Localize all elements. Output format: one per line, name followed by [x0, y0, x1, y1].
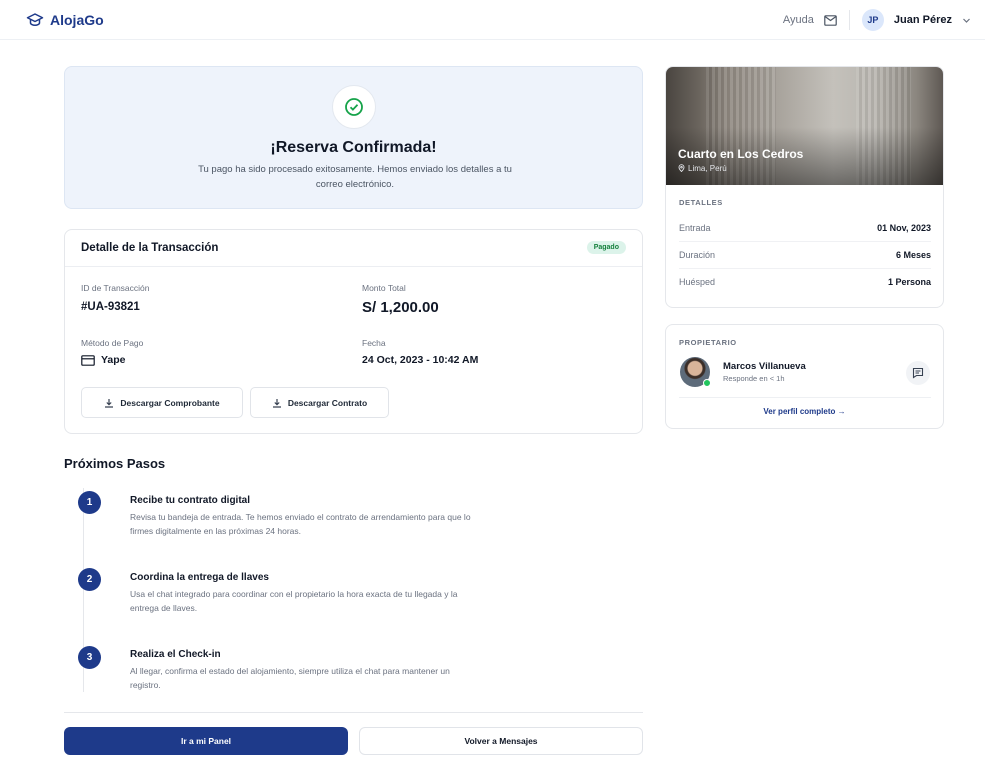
total-amount-value: S/ 1,200.00: [362, 299, 439, 316]
step-description-2: Usa el chat integrado para coordinar con…: [130, 589, 458, 613]
detail-value: 6 Meses: [895, 250, 931, 260]
step-title-1: Recibe tu contrato digital: [130, 495, 251, 506]
confirmation-message: Tu pago ha sido procesado exitosamente. …: [198, 164, 512, 190]
property-card: Cuarto en Los Cedros Lima, Perú DETALLES…: [665, 66, 944, 308]
confirmation-title: ¡Reserva Confirmada!: [270, 139, 437, 156]
detail-row-duracion: Duración 6 Meses: [679, 242, 931, 269]
owner-response-time: Responde en < 1h: [723, 374, 785, 383]
step-description-3: Al llegar, confirma el estado del alojam…: [130, 666, 450, 690]
go-to-panel-button[interactable]: Ir a mi Panel: [64, 727, 348, 755]
step-number-2: 2: [78, 568, 101, 591]
back-to-messages-button[interactable]: Volver a Mensajes: [359, 727, 643, 755]
step-number-1: 1: [78, 491, 101, 514]
brand-name: AlojaGo: [50, 12, 104, 28]
chevron-down-icon[interactable]: [962, 16, 971, 25]
online-status-indicator: [703, 379, 711, 387]
transaction-detail-card: Detalle de la Transacción Pagado ID de T…: [64, 229, 643, 434]
help-link[interactable]: Ayuda: [783, 14, 814, 26]
map-pin-icon: [678, 164, 685, 173]
step-number-3: 3: [78, 646, 101, 669]
property-location: Lima, Perú: [678, 164, 727, 173]
property-photo: Cuarto en Los Cedros Lima, Perú: [666, 67, 943, 185]
success-badge: [332, 85, 376, 129]
detail-key: Duración: [679, 250, 716, 260]
detail-value: 1 Persona: [887, 277, 931, 287]
download-icon: [272, 398, 281, 408]
user-name[interactable]: Juan Pérez: [894, 14, 952, 26]
divider: [679, 397, 931, 398]
download-contract-button[interactable]: Descargar Contrato: [250, 387, 389, 418]
details-section-label: DETALLES: [679, 198, 723, 207]
detail-key: Huésped: [679, 277, 716, 287]
download-icon: [105, 398, 114, 408]
chat-button[interactable]: [906, 361, 930, 385]
credit-card-icon: [81, 354, 95, 366]
detail-row-huesped: Huésped 1 Persona: [679, 269, 931, 296]
payment-method-text: Yape: [101, 354, 126, 366]
transaction-id-label: ID de Transacción: [81, 283, 150, 293]
user-avatar[interactable]: JP: [861, 9, 884, 31]
property-location-text: Lima, Perú: [688, 164, 727, 173]
owner-name: Marcos Villanueva: [723, 361, 806, 372]
next-steps-title: Próximos Pasos: [64, 456, 166, 471]
detail-row-entrada: Entrada 01 Nov, 2023: [679, 215, 931, 242]
divider: [848, 10, 850, 30]
top-navigation-bar: AlojaGo Ayuda JP Juan Pérez: [0, 0, 985, 40]
step-description-1: Revisa tu bandeja de entrada. Te hemos e…: [130, 512, 471, 536]
date-value: 24 Oct, 2023 - 10:42 AM: [362, 354, 479, 366]
graduation-cap-icon: [26, 13, 44, 26]
transaction-title: Detalle de la Transacción: [81, 242, 219, 254]
view-profile-link[interactable]: Ver perfil completo →: [666, 407, 943, 416]
download-receipt-label: Descargar Comprobante: [120, 397, 220, 408]
owner-card: PROPIETARIO Marcos Villanueva Responde e…: [665, 324, 944, 429]
mail-icon[interactable]: [824, 14, 837, 26]
payment-method-label: Método de Pago: [81, 338, 144, 348]
step-title-3: Realiza el Check-in: [130, 649, 221, 660]
brand-logo[interactable]: AlojaGo: [26, 11, 104, 29]
status-badge: Pagado: [586, 241, 626, 254]
detail-value: 01 Nov, 2023: [877, 223, 931, 233]
download-contract-label: Descargar Contrato: [287, 397, 368, 408]
transaction-header: Detalle de la Transacción Pagado: [65, 230, 642, 267]
chat-icon: [912, 367, 924, 379]
date-label: Fecha: [362, 338, 386, 348]
total-amount-label: Monto Total: [362, 283, 406, 293]
detail-key: Entrada: [679, 223, 711, 233]
step-title-2: Coordina la entrega de llaves: [130, 572, 269, 583]
transaction-id-value: #UA-93821: [81, 301, 140, 313]
confirmation-banner: ¡Reserva Confirmada! Tu pago ha sido pro…: [64, 66, 643, 209]
property-name: Cuarto en Los Cedros: [678, 147, 804, 161]
payment-method-value: Yape: [81, 354, 126, 366]
divider: [64, 712, 643, 713]
check-circle-icon: [345, 98, 363, 116]
download-receipt-button[interactable]: Descargar Comprobante: [81, 387, 243, 418]
owner-section-label: PROPIETARIO: [679, 338, 737, 347]
